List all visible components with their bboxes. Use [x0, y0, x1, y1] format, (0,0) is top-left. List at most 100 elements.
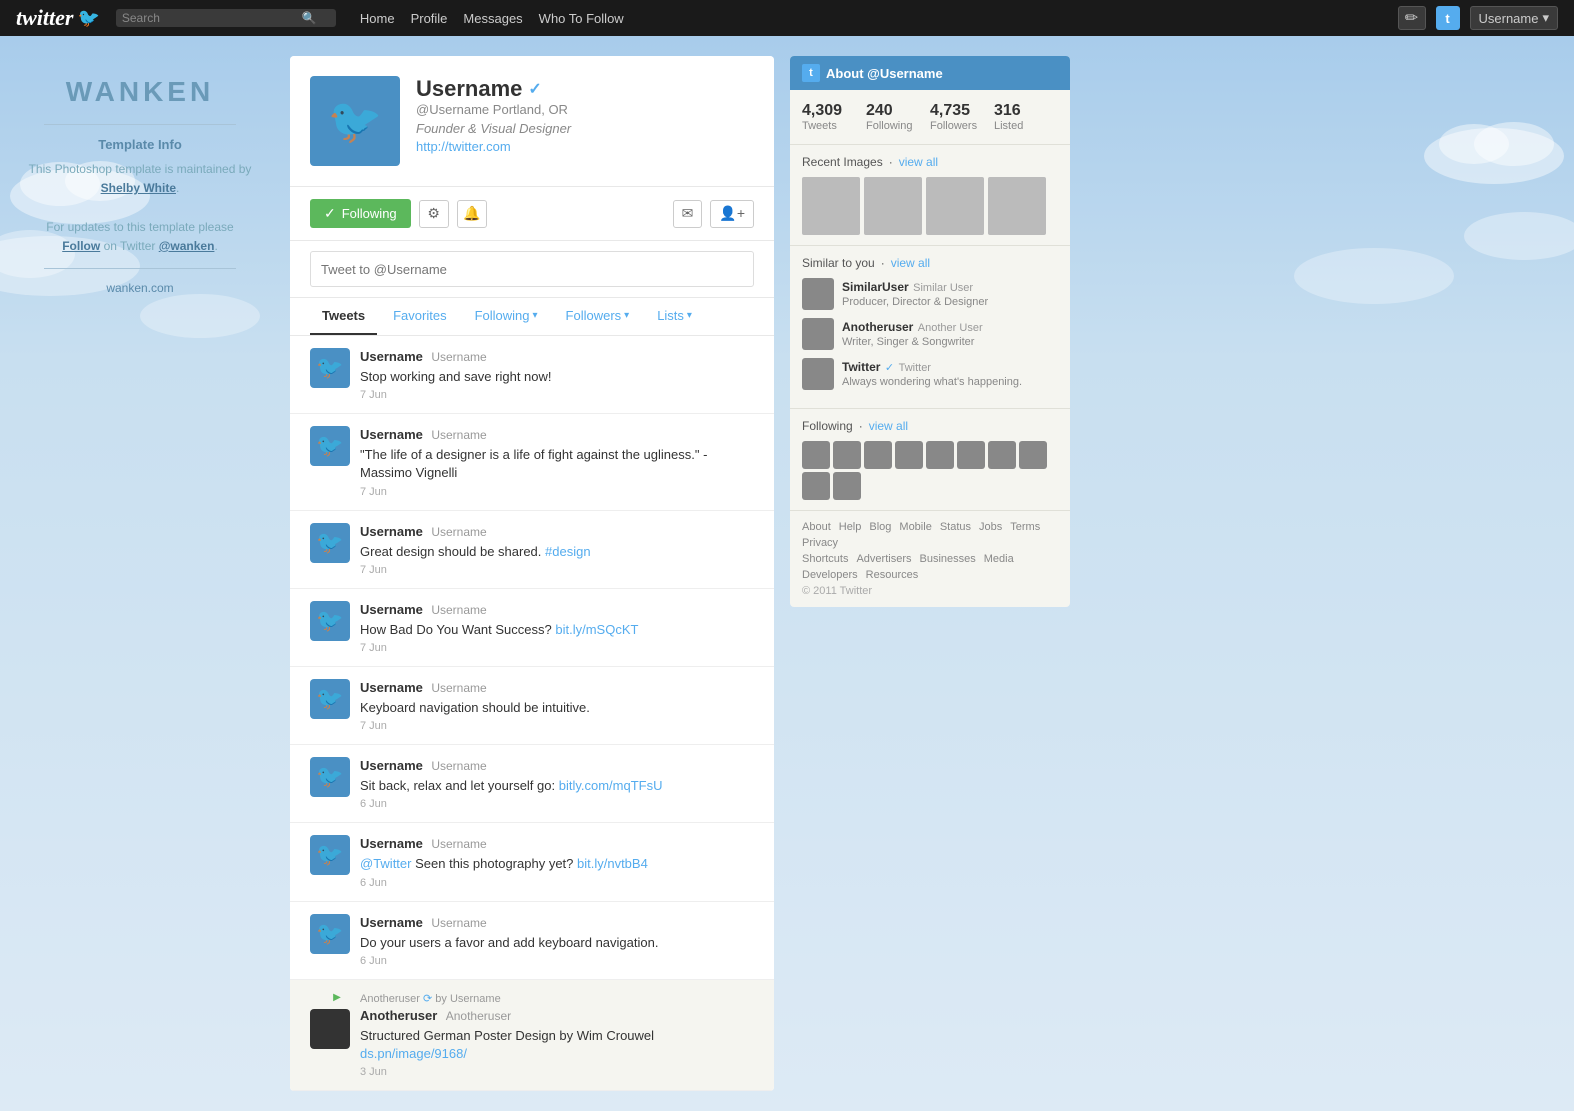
- profile-bio: Founder & Visual Designer: [416, 121, 754, 136]
- similar-username-0: SimilarUser: [842, 280, 909, 294]
- similar-section: Similar to you · view all SimilarUser Si…: [790, 246, 1070, 409]
- tweet-date-8: 3 Jun: [360, 1066, 754, 1078]
- tweet-username-5: Username: [360, 758, 423, 773]
- footer-privacy[interactable]: Privacy: [802, 537, 838, 549]
- similar-username-2: Twitter: [842, 360, 880, 374]
- similar-handle-1: Another User: [918, 322, 983, 334]
- following-button[interactable]: ✓ Following: [310, 199, 411, 228]
- following-avatar-8[interactable]: [802, 472, 830, 500]
- twitter-t-icon: t: [1436, 6, 1460, 30]
- tweet-handle-0: Username: [431, 350, 486, 364]
- compose-button[interactable]: ✏: [1398, 6, 1426, 30]
- similar-name-row-2: Twitter ✓ Twitter: [842, 358, 1022, 376]
- tweet-mention-6[interactable]: @Twitter: [360, 856, 411, 871]
- footer-businesses[interactable]: Businesses: [920, 553, 976, 565]
- tweet-link-2[interactable]: #design: [545, 544, 591, 559]
- similar-label: Similar to you: [802, 256, 875, 270]
- person-settings-button[interactable]: ⚙: [419, 200, 449, 228]
- view-all-images-link[interactable]: view all: [899, 155, 938, 169]
- twitter-handle-link[interactable]: @wanken: [159, 239, 215, 253]
- view-all-similar-link[interactable]: view all: [891, 256, 930, 270]
- recent-images-section: Recent Images · view all: [790, 145, 1070, 246]
- tweet-date-7: 6 Jun: [360, 955, 754, 967]
- similar-header: Similar to you · view all: [802, 256, 1058, 270]
- username-dropdown[interactable]: Username ▾: [1470, 6, 1559, 30]
- search-form: 🔍: [116, 9, 336, 27]
- footer-about[interactable]: About: [802, 521, 831, 533]
- verified-badge-small: ✓: [885, 362, 894, 374]
- tweet-avatar-1: 🐦: [310, 426, 350, 466]
- tweet-date-2: 7 Jun: [360, 564, 754, 576]
- following-avatar-5[interactable]: [957, 441, 985, 469]
- image-thumb-1[interactable]: [864, 177, 922, 235]
- tweet-text-4: Keyboard navigation should be intuitive.: [360, 699, 754, 717]
- tweet-bird-icon: 🐦: [316, 842, 343, 868]
- profile-url[interactable]: http://twitter.com: [416, 139, 511, 154]
- tweet-avatar-2: 🐦: [310, 523, 350, 563]
- tab-favorites[interactable]: Favorites: [381, 298, 458, 335]
- notification-button[interactable]: 🔔: [457, 200, 487, 228]
- footer-blog[interactable]: Blog: [869, 521, 891, 533]
- search-input[interactable]: [122, 11, 302, 25]
- tweet-bird-icon: 🐦: [316, 433, 343, 459]
- similar-avatar-2: [802, 358, 834, 390]
- tweet-handle-6: Username: [431, 837, 486, 851]
- footer-resources[interactable]: Resources: [866, 569, 919, 581]
- image-thumb-3[interactable]: [988, 177, 1046, 235]
- stat-followers: 4,735 Followers: [930, 102, 994, 132]
- stat-listed-label: Listed: [994, 120, 1058, 132]
- footer-media[interactable]: Media: [984, 553, 1014, 565]
- tweet-input-area: [290, 241, 774, 298]
- following-avatar-2[interactable]: [864, 441, 892, 469]
- following-avatar-1[interactable]: [833, 441, 861, 469]
- tweet-date-4: 7 Jun: [360, 720, 754, 732]
- footer-terms[interactable]: Terms: [1010, 521, 1040, 533]
- footer-developers[interactable]: Developers: [802, 569, 858, 581]
- nav-home[interactable]: Home: [360, 11, 395, 26]
- following-avatar-7[interactable]: [1019, 441, 1047, 469]
- footer-status[interactable]: Status: [940, 521, 971, 533]
- tweet-handle-2: Username: [431, 525, 486, 539]
- wanken-link[interactable]: wanken.com: [20, 281, 260, 295]
- footer-help[interactable]: Help: [839, 521, 862, 533]
- nav-messages[interactable]: Messages: [463, 11, 522, 26]
- tweet-link-5[interactable]: bitly.com/mqTFsU: [559, 778, 663, 793]
- profile-column: 🐦 Username ✓ @Username Portland, OR Foun…: [290, 56, 774, 1091]
- tweet-input[interactable]: [310, 251, 754, 287]
- footer-mobile[interactable]: Mobile: [899, 521, 931, 533]
- tweet-avatar-8: [310, 1009, 350, 1049]
- tweet-content-0: Username Username Stop working and save …: [360, 348, 754, 401]
- tweets-list: 🐦 Username Username Stop working and sav…: [290, 336, 774, 1091]
- footer-shortcuts[interactable]: Shortcuts: [802, 553, 848, 565]
- tweet-username-6: Username: [360, 836, 423, 851]
- view-all-following-link[interactable]: view all: [869, 419, 908, 433]
- image-thumb-2[interactable]: [926, 177, 984, 235]
- tweet-link-8[interactable]: ds.pn/image/9168/: [360, 1046, 467, 1061]
- search-icon: 🔍: [302, 11, 317, 25]
- right-sidebar: t About @Username 4,309 Tweets 240 Follo…: [790, 56, 1070, 1091]
- tweet-date-0: 7 Jun: [360, 389, 754, 401]
- follow-link[interactable]: Follow: [62, 239, 100, 253]
- tweet-link-6[interactable]: bit.ly/nvtbB4: [577, 856, 648, 871]
- tab-tweets[interactable]: Tweets: [310, 298, 377, 335]
- tab-following[interactable]: Following▾: [463, 298, 550, 335]
- tab-lists[interactable]: Lists▾: [645, 298, 704, 335]
- footer-jobs[interactable]: Jobs: [979, 521, 1002, 533]
- nav-profile[interactable]: Profile: [411, 11, 448, 26]
- following-avatar-4[interactable]: [926, 441, 954, 469]
- following-avatar-9[interactable]: [833, 472, 861, 500]
- similar-name-row-0: SimilarUser Similar User: [842, 278, 988, 296]
- similar-handle-2: Twitter: [899, 362, 931, 374]
- author-link[interactable]: Shelby White: [101, 181, 176, 195]
- following-avatar-6[interactable]: [988, 441, 1016, 469]
- nav-who-to-follow[interactable]: Who To Follow: [539, 11, 624, 26]
- tab-followers[interactable]: Followers▾: [554, 298, 642, 335]
- footer-advertisers[interactable]: Advertisers: [856, 553, 911, 565]
- image-thumb-0[interactable]: [802, 177, 860, 235]
- profile-avatar: 🐦: [310, 76, 400, 166]
- following-avatar-0[interactable]: [802, 441, 830, 469]
- following-avatar-3[interactable]: [895, 441, 923, 469]
- tweet-link-3[interactable]: bit.ly/mSQcKT: [555, 622, 638, 637]
- message-button[interactable]: ✉: [673, 200, 703, 228]
- add-user-button[interactable]: 👤+: [710, 200, 754, 228]
